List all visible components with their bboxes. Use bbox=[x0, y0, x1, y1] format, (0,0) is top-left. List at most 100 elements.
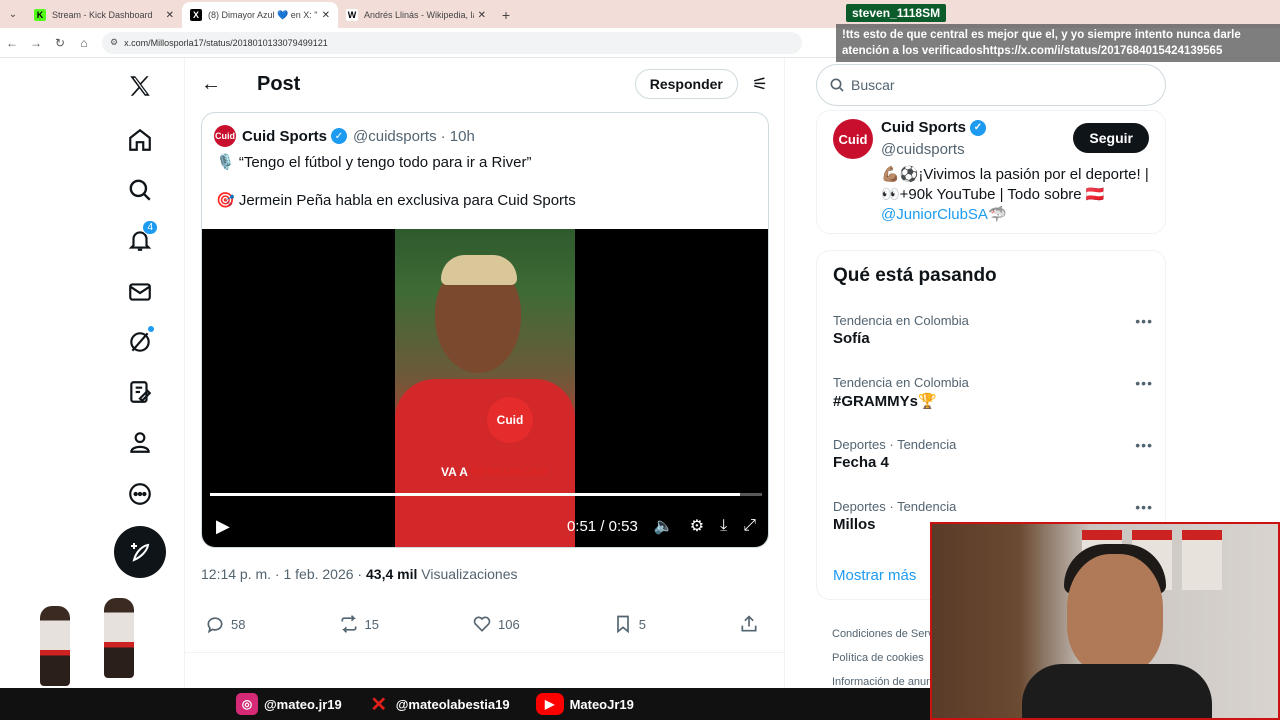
footer-link[interactable]: Política de cookies bbox=[832, 646, 932, 670]
jersey-decoration bbox=[1182, 530, 1222, 590]
stream-chat-overlay: steven_1118SM !tts esto de que central e… bbox=[836, 4, 1280, 62]
back-arrow-icon[interactable]: ← bbox=[201, 73, 231, 96]
video-player[interactable]: Cuid VA A SENSURGAR ▶ 0:51 / 0:53 🔈 ⚙ ⤓ … bbox=[202, 229, 768, 547]
video-progress-bar[interactable] bbox=[210, 493, 762, 496]
x-text: @mateolabestia19 bbox=[395, 696, 510, 712]
bookmark-action[interactable]: 5 bbox=[613, 614, 646, 634]
reload-icon[interactable]: ↻ bbox=[48, 36, 72, 50]
new-dot-indicator bbox=[148, 326, 154, 332]
reply-button[interactable]: Responder bbox=[634, 69, 738, 99]
instagram-text: @mateo.jr19 bbox=[264, 696, 342, 712]
streamer-face bbox=[1067, 554, 1163, 674]
verified-badge-icon: ✓ bbox=[331, 128, 347, 144]
more-dots-icon[interactable]: ••• bbox=[1135, 437, 1153, 453]
close-tab-icon[interactable]: ✕ bbox=[322, 10, 330, 21]
volume-icon[interactable]: 🔈 bbox=[654, 516, 674, 536]
forward-arrow-icon[interactable]: → bbox=[24, 36, 48, 50]
grok-icon[interactable] bbox=[124, 326, 156, 358]
mail-icon[interactable] bbox=[124, 276, 156, 308]
reply-count: 58 bbox=[231, 616, 246, 632]
profile-name-row[interactable]: Cuid Sports ✓ bbox=[881, 119, 992, 136]
youtube-handle: ▶ MateoJr19 bbox=[535, 693, 634, 715]
more-options-icon[interactable] bbox=[124, 478, 156, 510]
share-action[interactable] bbox=[739, 614, 765, 634]
quoted-post[interactable]: Cuid Cuid Sports ✓ @cuidsports · 10h 🎙️ … bbox=[201, 112, 769, 548]
x-logo-icon[interactable] bbox=[124, 70, 156, 102]
gear-icon[interactable]: ⚙ bbox=[690, 516, 704, 536]
avatar[interactable]: Cuid bbox=[214, 125, 236, 147]
home-page-icon[interactable]: ⌂ bbox=[72, 36, 96, 50]
reply-action[interactable]: 58 bbox=[205, 614, 245, 634]
video-subject-hair bbox=[441, 255, 517, 285]
profile-handle[interactable]: @cuidsports bbox=[881, 141, 965, 158]
timestamp-text: 12:14 p. m. · 1 feb. 2026 · bbox=[201, 566, 366, 582]
profile-bio: 💪🏽⚽¡Vivimos la pasión por el deporte! | … bbox=[881, 165, 1157, 225]
close-tab-icon[interactable]: ✕ bbox=[166, 10, 174, 21]
youtube-icon: ▶ bbox=[535, 693, 564, 715]
more-dots-icon[interactable]: ••• bbox=[1135, 313, 1153, 329]
verified-badge-icon: ✓ bbox=[970, 119, 986, 136]
repost-action[interactable]: 15 bbox=[339, 614, 379, 634]
profile-icon[interactable] bbox=[124, 426, 156, 458]
lists-icon[interactable] bbox=[124, 376, 156, 408]
streamer-body bbox=[1022, 664, 1212, 718]
x-favicon-icon: X bbox=[190, 9, 202, 21]
profile-name: Cuid Sports bbox=[881, 119, 966, 136]
trend-item[interactable]: Deportes · Tendencia Fecha 4 ••• bbox=[833, 437, 1153, 471]
avatar[interactable]: Cuid bbox=[833, 119, 873, 159]
trend-item[interactable]: Tendencia en Colombia Sofía ••• bbox=[833, 313, 1153, 347]
search-icon[interactable] bbox=[124, 174, 156, 206]
footer-link[interactable]: Condiciones de Servicio bbox=[832, 622, 932, 646]
author-name[interactable]: Cuid Sports bbox=[242, 128, 327, 145]
tab-search-icon[interactable]: ⌄ bbox=[0, 0, 26, 28]
views-count: 43,4 mil bbox=[366, 566, 418, 582]
video-frame: Cuid VA A SENSURGAR bbox=[395, 229, 575, 547]
author-handle[interactable]: @cuidsports bbox=[353, 128, 437, 145]
url-text: x.com/Millosporla17/status/2018010133079… bbox=[124, 37, 328, 48]
post-timestamp: 12:14 p. m. · 1 feb. 2026 · 43,4 mil Vis… bbox=[201, 566, 518, 582]
profile-card: Cuid Cuid Sports ✓ @cuidsports Seguir 💪🏽… bbox=[816, 110, 1166, 234]
compose-post-button[interactable] bbox=[114, 526, 166, 578]
post-text-line: 🎯 Jermein Peña habla en exclusiva para C… bbox=[216, 192, 576, 209]
tab-title: Stream - Kick Dashboard bbox=[52, 10, 153, 20]
like-action[interactable]: 106 bbox=[472, 614, 520, 634]
divider bbox=[185, 652, 785, 653]
feather-plus-icon bbox=[131, 543, 150, 562]
repost-count: 15 bbox=[364, 616, 379, 632]
play-icon[interactable]: ▶ bbox=[216, 516, 230, 537]
tab-x-post[interactable]: X (8) Dimayor Azul 💙 en X: "Esc ✕ bbox=[182, 2, 338, 28]
quoted-post-header: Cuid Cuid Sports ✓ @cuidsports · 10h bbox=[202, 113, 768, 147]
tab-wikipedia[interactable]: W Andrés Llinás - Wikipedia, la en ✕ bbox=[338, 2, 494, 28]
caption-highlight: SENSURGAR bbox=[470, 465, 548, 479]
picture-in-picture-icon[interactable]: ⤓ bbox=[720, 517, 727, 535]
notifications-bell-icon[interactable]: 4 bbox=[124, 220, 158, 256]
settings-sliders-icon[interactable]: ⚟ bbox=[752, 74, 768, 95]
youtube-text: MateoJr19 bbox=[569, 696, 634, 712]
show-more-link[interactable]: Mostrar más bbox=[833, 567, 916, 584]
back-arrow-icon[interactable]: ← bbox=[0, 36, 24, 50]
fullscreen-icon[interactable]: ⤢ bbox=[743, 517, 756, 535]
webcam-overlay bbox=[930, 522, 1280, 720]
video-time: 0:51 / 0:53 bbox=[566, 517, 638, 535]
chat-username: steven_1118SM bbox=[846, 4, 947, 22]
more-dots-icon[interactable]: ••• bbox=[1135, 375, 1153, 391]
bio-link[interactable]: @JuniorClubSA bbox=[881, 206, 988, 223]
post-time: · 10h bbox=[440, 127, 475, 145]
video-controls: ▶ 0:51 / 0:53 🔈 ⚙ ⤓ ⤢ bbox=[202, 511, 768, 541]
close-tab-icon[interactable]: ✕ bbox=[478, 10, 486, 21]
follow-button[interactable]: Seguir bbox=[1073, 123, 1149, 153]
url-field[interactable]: ⚙ x.com/Millosporla17/status/20180101330… bbox=[102, 31, 802, 54]
trend-item[interactable]: Tendencia en Colombia #GRAMMYs🏆 ••• bbox=[833, 375, 1153, 410]
more-dots-icon[interactable]: ••• bbox=[1135, 499, 1153, 515]
site-info-icon[interactable]: ⚙ bbox=[110, 37, 118, 48]
home-icon[interactable] bbox=[124, 124, 156, 156]
instagram-handle: ◎ @mateo.jr19 bbox=[236, 693, 342, 715]
player-figure bbox=[40, 606, 70, 686]
post-text-line: 🎙️ “Tengo el fútbol y tengo todo para ir… bbox=[216, 154, 532, 171]
views-label: Visualizaciones bbox=[417, 566, 518, 582]
tab-kick-dashboard[interactable]: K Stream - Kick Dashboard ✕ bbox=[26, 2, 182, 28]
trend-context: Deportes · Tendencia bbox=[833, 437, 957, 452]
search-input[interactable]: Buscar bbox=[816, 64, 1166, 106]
new-tab-button[interactable]: + bbox=[494, 2, 518, 28]
main-column: ← Post Responder ⚟ Cuid Cuid Sports ✓ @c… bbox=[185, 58, 785, 720]
